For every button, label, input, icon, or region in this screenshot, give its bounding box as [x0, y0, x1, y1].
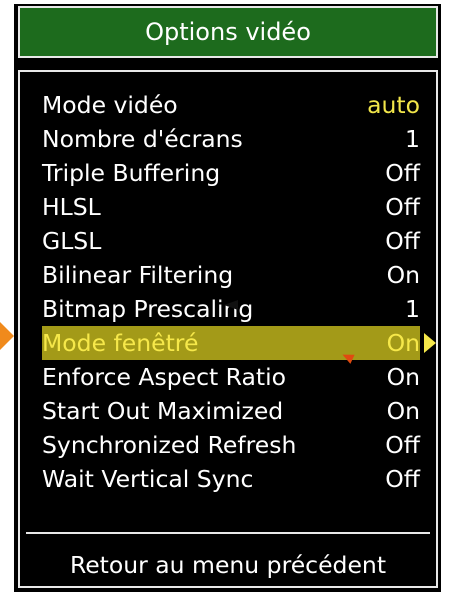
menu-item-label: Triple Buffering — [42, 159, 221, 187]
menu-item-value: Off — [385, 465, 420, 493]
menu-item-value: 1 — [405, 295, 420, 323]
mouse-cursor-icon — [224, 300, 238, 310]
menu-item-label: Start Out Maximized — [42, 397, 284, 425]
menu-item-label: GLSL — [42, 227, 102, 255]
menu-item-value: On — [386, 261, 420, 289]
page-title: Options vidéo — [145, 18, 311, 46]
back-to-previous-menu[interactable]: Retour au menu précédent — [20, 548, 436, 582]
menu-item-glsl[interactable]: GLSL Off — [42, 224, 420, 258]
menu-item-enforce-aspect-ratio[interactable]: Enforce Aspect Ratio On — [42, 360, 420, 394]
menu-divider — [26, 532, 430, 534]
options-menu: Mode vidéo auto Nombre d'écrans 1 Triple… — [18, 70, 438, 588]
menu-item-value: On — [386, 397, 420, 425]
menu-item-label: Bitmap Prescaling — [42, 295, 254, 323]
menu-item-value: 1 — [405, 125, 420, 153]
menu-item-value: Off — [385, 431, 420, 459]
triangle-right-icon[interactable] — [424, 333, 436, 353]
menu-item-triple-buffering[interactable]: Triple Buffering Off — [42, 156, 420, 190]
menu-item-start-out-maximized[interactable]: Start Out Maximized On — [42, 394, 420, 428]
menu-item-value: auto — [367, 91, 420, 119]
menu-item-synchronized-refresh[interactable]: Synchronized Refresh Off — [42, 428, 420, 462]
menu-item-value: Off — [385, 193, 420, 221]
menu-item-label: Mode vidéo — [42, 91, 178, 119]
menu-item-nombre-ecrans[interactable]: Nombre d'écrans 1 — [42, 122, 420, 156]
menu-item-value: Off — [385, 159, 420, 187]
menu-item-label: Mode fenêtré — [42, 329, 199, 357]
menu-item-bilinear-filtering[interactable]: Bilinear Filtering On — [42, 258, 420, 292]
menu-item-mode-fenetre[interactable]: Mode fenêtré On — [42, 326, 436, 360]
menu-item-label: HLSL — [42, 193, 101, 221]
menu-item-label: Bilinear Filtering — [42, 261, 234, 289]
menu-item-label: Nombre d'écrans — [42, 125, 243, 153]
title-bar: Options vidéo — [18, 6, 438, 58]
screen: Options vidéo Mode vidéo auto Nombre d'é… — [0, 0, 453, 595]
menu-item-label: Enforce Aspect Ratio — [42, 363, 287, 391]
menu-item-value: Off — [385, 227, 420, 255]
menu-item-label: Synchronized Refresh — [42, 431, 297, 459]
menu-item-hlsl[interactable]: HLSL Off — [42, 190, 420, 224]
menu-item-value: On — [386, 363, 420, 391]
menu-item-label: Wait Vertical Sync — [42, 465, 254, 493]
menu-item-mode-video[interactable]: Mode vidéo auto — [42, 88, 420, 122]
orange-marker-icon — [0, 322, 14, 350]
menu-item-value: On — [386, 329, 420, 357]
menu-item-wait-vertical-sync[interactable]: Wait Vertical Sync Off — [42, 462, 420, 496]
